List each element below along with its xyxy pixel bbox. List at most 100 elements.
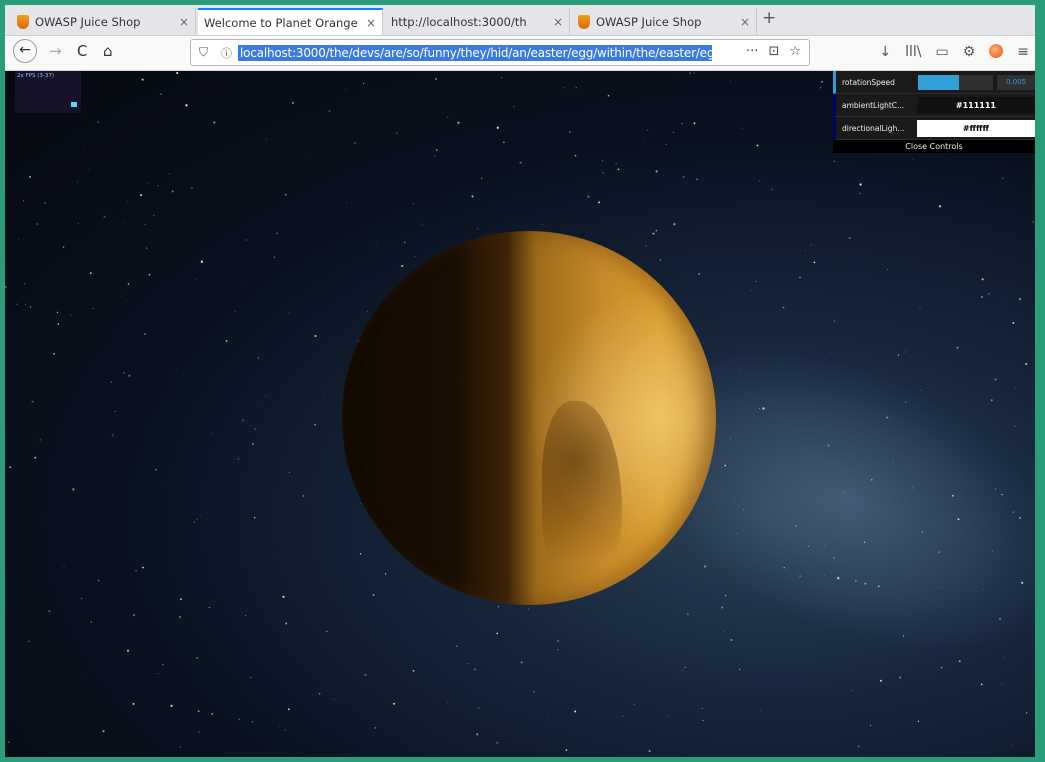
close-icon[interactable]: ×: [366, 16, 376, 30]
star: [834, 320, 836, 322]
star: [274, 714, 276, 716]
rotation-speed-label: rotationSpeed: [842, 77, 895, 87]
star: [29, 306, 32, 308]
star: [141, 78, 144, 81]
star: [665, 144, 667, 146]
star: [292, 101, 294, 104]
star: [234, 310, 236, 312]
star: [1015, 387, 1016, 389]
star: [198, 731, 200, 733]
home-button[interactable]: ⌂: [103, 42, 113, 60]
download-icon[interactable]: ↓: [879, 44, 891, 60]
star: [848, 236, 851, 240]
star: [724, 594, 727, 597]
close-icon[interactable]: ×: [553, 15, 563, 29]
star: [887, 269, 889, 270]
star: [251, 442, 254, 445]
star: [80, 597, 83, 600]
fps-stats-panel[interactable]: 2x FPS (3-37): [15, 71, 81, 113]
firefox-account-icon[interactable]: [989, 44, 1004, 58]
forward-button[interactable]: →: [49, 42, 62, 60]
star: [29, 175, 32, 178]
star: [702, 719, 704, 721]
pocket-icon[interactable]: ⊡: [768, 44, 779, 59]
star: [152, 214, 155, 217]
star: [252, 721, 254, 723]
webgl-canvas[interactable]: 2x FPS (3-37) rotationSpeed 0.005 ambien…: [5, 71, 1035, 757]
continent: [542, 401, 622, 601]
star: [818, 164, 820, 166]
new-tab-button[interactable]: +: [762, 8, 776, 28]
star: [404, 241, 406, 243]
tab-planet-orange[interactable]: Welcome to Planet Orange ×: [198, 8, 383, 35]
star: [127, 283, 130, 285]
fps-text: 2x FPS (3-37): [17, 73, 54, 79]
star: [897, 354, 900, 356]
star: [851, 689, 853, 691]
star: [647, 129, 649, 131]
star: [63, 566, 65, 567]
star: [1006, 266, 1007, 268]
star: [193, 521, 195, 523]
star: [414, 265, 415, 266]
extension-icon[interactable]: ⚙: [963, 44, 976, 60]
star: [435, 149, 438, 151]
star: [211, 713, 214, 715]
close-icon[interactable]: ×: [740, 15, 750, 29]
star: [857, 745, 860, 748]
rotation-speed-input[interactable]: 0.005: [997, 74, 1035, 90]
ambient-light-color-input[interactable]: #111111: [916, 96, 1035, 114]
star: [684, 666, 686, 669]
tab-title: http://localhost:3000/th: [391, 14, 527, 29]
star: [642, 168, 644, 170]
sidebar-icon[interactable]: ▭: [935, 44, 948, 60]
reload-button[interactable]: C: [77, 42, 87, 60]
star: [456, 645, 458, 647]
star: [92, 308, 94, 310]
close-icon[interactable]: ×: [179, 15, 189, 29]
directional-light-color-input[interactable]: #ffffff: [916, 119, 1035, 137]
close-controls-button[interactable]: Close Controls: [833, 140, 1035, 153]
star: [122, 221, 124, 223]
rotation-speed-slider[interactable]: [917, 74, 994, 90]
star: [260, 401, 261, 403]
star: [39, 439, 42, 441]
star: [238, 718, 240, 720]
star: [496, 126, 499, 129]
star: [988, 293, 990, 295]
star: [24, 303, 26, 305]
library-icon[interactable]: lll\: [905, 44, 921, 60]
tab-localhost[interactable]: http://localhost:3000/th ×: [385, 8, 570, 35]
star: [48, 610, 51, 613]
back-button[interactable]: ←: [13, 39, 37, 63]
star: [318, 692, 321, 695]
star: [421, 223, 423, 225]
star: [859, 183, 862, 186]
tab-bar: OWASP Juice Shop × Welcome to Planet Ora…: [5, 5, 1035, 36]
url-bar[interactable]: ⛉ ⓘ localhost:3000/the/devs/are/so/funny…: [190, 39, 810, 66]
star: [241, 419, 245, 422]
info-icon[interactable]: ⓘ: [221, 45, 232, 61]
star: [598, 201, 601, 204]
star: [956, 346, 959, 349]
star: [372, 593, 375, 596]
star: [83, 145, 84, 147]
tab-title: Welcome to Planet Orange: [204, 15, 358, 30]
star: [557, 649, 559, 651]
menu-icon[interactable]: ≡: [1017, 44, 1029, 60]
star: [326, 630, 328, 633]
bookmark-star-icon[interactable]: ☆: [789, 44, 801, 59]
more-actions-icon[interactable]: ···: [746, 44, 758, 59]
star: [22, 200, 25, 202]
star: [155, 468, 157, 471]
tab-owasp-juice-shop-1[interactable]: OWASP Juice Shop ×: [11, 8, 196, 35]
star: [360, 503, 361, 504]
star: [366, 310, 368, 312]
tab-owasp-juice-shop-2[interactable]: OWASP Juice Shop ×: [572, 8, 757, 35]
star: [84, 675, 85, 676]
star: [279, 726, 281, 728]
star: [97, 121, 100, 124]
star: [31, 400, 34, 403]
url-text[interactable]: localhost:3000/the/devs/are/so/funny/the…: [238, 44, 712, 61]
tab-title: OWASP Juice Shop: [35, 14, 141, 29]
